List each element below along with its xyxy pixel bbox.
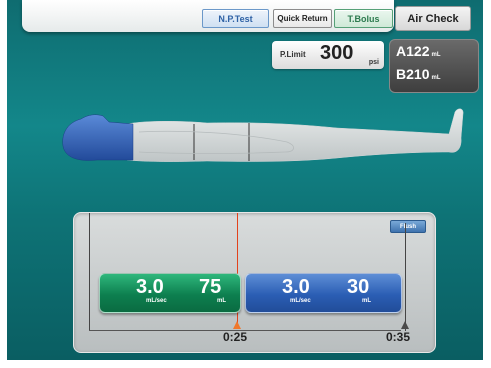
phase-a-block[interactable]: 3.0 mL/sec 75 mL [99, 273, 241, 313]
time-marker-end: 0:35 [386, 330, 411, 344]
top-toolbar: N.P.Test Quick Return T.Bolus [22, 0, 394, 32]
protocol-timeline-panel[interactable]: Flush 3.0 mL/sec 75 mL 3.0 mL/sec 30 mL … [73, 212, 436, 353]
syringe-a-volume: A 122 mL [396, 43, 440, 59]
phase-a-rate: 3.0 [136, 276, 164, 298]
current-time-marker[interactable] [233, 321, 241, 329]
timeline-start-line [89, 213, 90, 331]
phase-b-rate-unit: mL/sec [290, 298, 311, 304]
phase-b-volume-unit: mL [362, 298, 371, 304]
syringe-a-label: A [396, 43, 407, 59]
time-marker-current: 0:25 [223, 330, 248, 344]
np-test-button[interactable]: N.P.Test [202, 9, 269, 28]
phase-b-volume: 30 [347, 276, 370, 298]
quick-return-button[interactable]: Quick Return [273, 9, 332, 28]
phase-b-block[interactable]: 3.0 mL/sec 30 mL [245, 273, 402, 313]
flush-button[interactable]: Flush [390, 220, 426, 233]
syringe-a-value: 122 [406, 43, 430, 59]
phase-a-volume: 75 [199, 276, 222, 298]
pressure-limit-value: 300 [320, 42, 354, 64]
air-check-button[interactable]: Air Check [395, 6, 471, 31]
patient-body-diagram[interactable] [57, 102, 467, 172]
syringe-b-value: 210 [406, 66, 430, 82]
syringe-a-unit: mL [431, 52, 441, 58]
pressure-limit-unit: psi [368, 59, 379, 66]
syringe-volume-panel: A 122 mL B 210 mL [389, 39, 479, 93]
head-neck-region[interactable] [62, 114, 134, 161]
phase-a-volume-unit: mL [217, 298, 226, 304]
pressure-limit-panel[interactable]: P.Limit 300 psi [272, 41, 384, 69]
t-bolus-button[interactable]: T.Bolus [334, 9, 393, 28]
syringe-b-label: B [396, 66, 407, 82]
phase-a-rate-unit: mL/sec [146, 298, 167, 304]
syringe-b-unit: mL [431, 75, 441, 81]
syringe-b-volume: B 210 mL [396, 66, 440, 82]
end-time-marker[interactable] [401, 321, 409, 329]
injector-screen: N.P.Test Quick Return T.Bolus Air Check … [7, 0, 483, 360]
pressure-limit-label: P.Limit [280, 50, 306, 59]
phase-b-rate: 3.0 [282, 276, 310, 298]
timeline-end-line [405, 223, 406, 331]
